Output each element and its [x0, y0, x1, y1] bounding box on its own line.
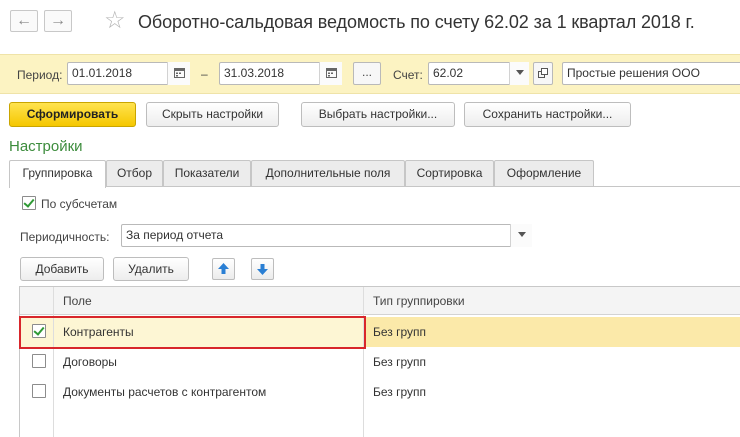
favorite-star-icon[interactable]: ☆ — [104, 7, 126, 35]
tab-additional-fields[interactable]: Дополнительные поля — [251, 160, 405, 186]
arrow-left-icon: ← — [16, 12, 32, 29]
calendar-from-button[interactable] — [167, 62, 190, 85]
column-divider — [363, 287, 364, 437]
periodicity-label: Периодичность: — [20, 230, 110, 244]
tab-sorting[interactable]: Сортировка — [405, 160, 494, 186]
periodicity-dropdown-button[interactable] — [510, 224, 532, 247]
row-checkbox[interactable] — [32, 384, 46, 398]
organization-field[interactable]: Простые решения ООО — [562, 62, 740, 85]
row-grouping-type[interactable]: Без групп — [373, 355, 426, 369]
row-grouping-type[interactable]: Без групп — [373, 385, 426, 399]
column-header-grouping-type[interactable]: Тип группировки — [373, 294, 465, 308]
table-row[interactable]: Договоры Без групп — [20, 347, 740, 377]
back-button[interactable]: ← — [10, 10, 38, 32]
date-to-value: 31.03.2018 — [224, 66, 285, 80]
arrow-up-icon — [218, 263, 229, 274]
period-dash: – — [201, 67, 208, 81]
page-title: Оборотно-сальдовая ведомость по счету 62… — [138, 12, 695, 32]
row-checkbox[interactable] — [32, 354, 46, 368]
dropdown-arrow-icon — [517, 232, 526, 237]
by-subaccounts-checkbox[interactable] — [22, 196, 36, 210]
column-divider — [53, 287, 54, 437]
forward-button[interactable]: → — [44, 10, 72, 32]
open-window-icon — [538, 68, 548, 78]
hide-settings-button[interactable]: Скрыть настройки — [146, 102, 279, 127]
move-up-button[interactable] — [212, 258, 235, 280]
tab-indicators[interactable]: Показатели — [163, 160, 251, 186]
row-field: Договоры — [63, 355, 117, 369]
account-open-button[interactable] — [533, 62, 553, 85]
calendar-icon — [173, 68, 185, 78]
table-row[interactable]: Документы расчетов с контрагентом Без гр… — [20, 377, 740, 407]
date-from-value: 01.01.2018 — [72, 66, 133, 80]
arrow-right-icon: → — [50, 12, 66, 29]
add-button[interactable]: Добавить — [20, 257, 104, 281]
arrow-down-icon — [257, 264, 268, 275]
tab-formatting[interactable]: Оформление — [494, 160, 594, 186]
organization-value: Простые решения ООО — [567, 66, 700, 80]
highlight-frame — [19, 316, 366, 349]
generate-report-button[interactable]: Сформировать — [9, 102, 136, 127]
calendar-icon — [325, 68, 337, 78]
account-value: 62.02 — [433, 66, 464, 80]
dropdown-arrow-icon — [515, 70, 524, 75]
calendar-to-button[interactable] — [319, 62, 342, 85]
by-subaccounts-label: По субсчетам — [41, 197, 118, 211]
periodicity-select[interactable]: За период отчета — [121, 224, 532, 247]
choose-settings-button[interactable]: Выбрать настройки... — [301, 102, 455, 127]
column-header-field[interactable]: Поле — [63, 294, 92, 308]
tab-grouping[interactable]: Группировка — [9, 160, 106, 188]
row-grouping-type[interactable]: Без групп — [373, 325, 426, 339]
period-select-button[interactable]: ... — [353, 62, 381, 85]
account-dropdown-button[interactable] — [509, 62, 529, 85]
table-header: Поле Тип группировки — [20, 287, 740, 315]
settings-title: Настройки — [9, 138, 83, 155]
save-settings-button[interactable]: Сохранить настройки... — [464, 102, 631, 127]
periodicity-value: За период отчета — [126, 228, 224, 242]
grouping-table: Поле Тип группировки Контрагенты Без гру… — [19, 286, 740, 437]
move-down-button[interactable] — [251, 258, 274, 280]
period-label: Период: — [17, 68, 63, 82]
tabs-divider — [9, 186, 740, 187]
account-label: Счет: — [393, 68, 423, 82]
row-field: Документы расчетов с контрагентом — [63, 385, 267, 399]
tab-filter[interactable]: Отбор — [106, 160, 163, 186]
delete-button[interactable]: Удалить — [113, 257, 189, 281]
